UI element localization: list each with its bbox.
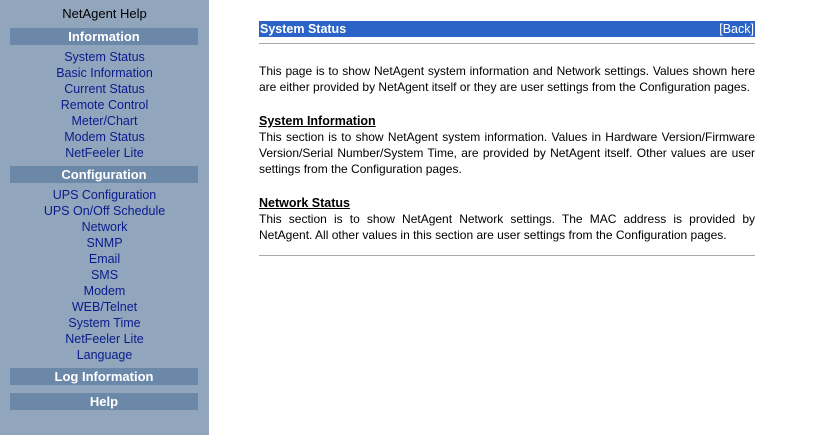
nav-email[interactable]: Email [0,251,209,267]
section-heading-system-information: System Information [259,114,376,128]
section-body-network-status: This section is to show NetAgent Network… [259,212,755,242]
intro-text: This page is to show NetAgent system inf… [259,64,755,94]
nav-system-time[interactable]: System Time [0,315,209,331]
nav-modem-status[interactable]: Modem Status [0,129,209,145]
nav-basic-information[interactable]: Basic Information [0,65,209,81]
section-log-information[interactable]: Log Information [10,368,198,385]
nav-web-telnet[interactable]: WEB/Telnet [0,299,209,315]
nav-language[interactable]: Language [0,347,209,363]
nav-modem[interactable]: Modem [0,283,209,299]
nav-current-status[interactable]: Current Status [0,81,209,97]
section-configuration[interactable]: Configuration [10,166,198,183]
nav-ups-onoff-schedule[interactable]: UPS On/Off Schedule [0,203,209,219]
section-help[interactable]: Help [10,393,198,410]
page-header: System Status [Back] [259,21,755,37]
nav-remote-control[interactable]: Remote Control [0,97,209,113]
page-title: System Status [260,22,347,36]
nav-meter-chart[interactable]: Meter/Chart [0,113,209,129]
configuration-nav: UPS Configuration UPS On/Off Schedule Ne… [0,187,209,363]
header-divider [259,43,755,44]
nav-network[interactable]: Network [0,219,209,235]
sidebar-title: NetAgent Help [62,6,147,21]
nav-ups-configuration[interactable]: UPS Configuration [0,187,209,203]
information-nav: System Status Basic Information Current … [0,49,209,161]
section-information[interactable]: Information [10,28,198,45]
sidebar: NetAgent Help Information System Status … [0,0,209,435]
nav-sms[interactable]: SMS [0,267,209,283]
nav-netfeeler-lite-config[interactable]: NetFeeler Lite [0,331,209,347]
nav-system-status[interactable]: System Status [0,49,209,65]
section-body-system-information: This section is to show NetAgent system … [259,130,755,176]
footer-divider [259,255,755,256]
back-link[interactable]: [Back] [719,21,754,37]
nav-snmp[interactable]: SNMP [0,235,209,251]
section-heading-network-status: Network Status [259,196,350,210]
nav-netfeeler-lite-info[interactable]: NetFeeler Lite [0,145,209,161]
main-content: System Status [Back] This page is to sho… [259,21,755,256]
